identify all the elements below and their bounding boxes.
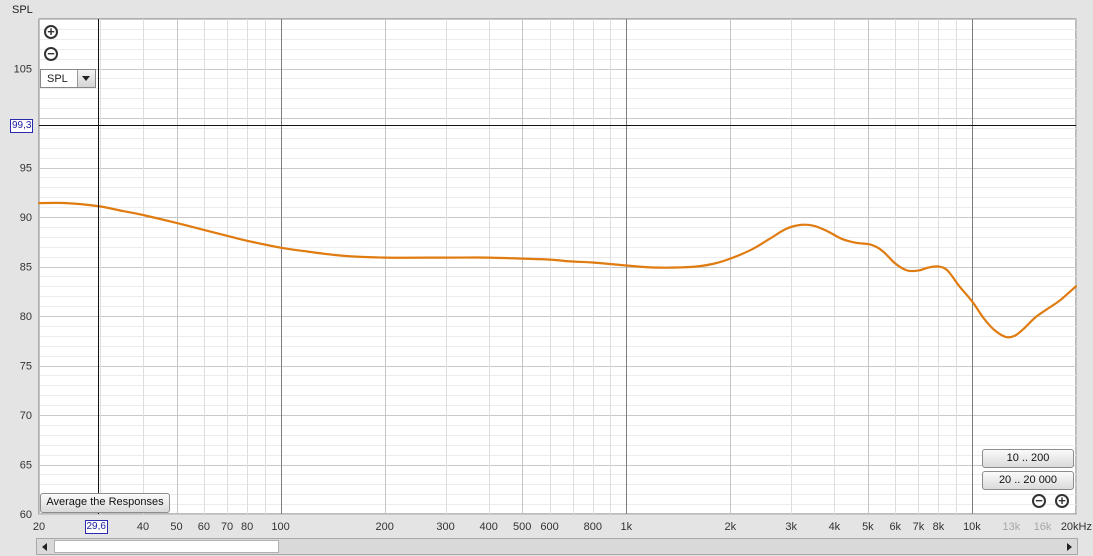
x-tick-label: 60 bbox=[198, 521, 210, 533]
plot-area bbox=[38, 18, 1077, 515]
y-tick-label: 65 bbox=[20, 460, 32, 472]
y-tick-label: 95 bbox=[20, 163, 32, 175]
x-tick-label: 70 bbox=[221, 521, 233, 533]
cursor-x-readout: 29,6 bbox=[84, 520, 108, 534]
x-tick-label: 3k bbox=[785, 521, 797, 533]
range-button-10-200[interactable]: 10 .. 200 bbox=[982, 449, 1074, 468]
scrollbar-thumb[interactable] bbox=[54, 540, 279, 553]
y-axis-label: SPL bbox=[12, 4, 33, 16]
y-tick-label: 60 bbox=[20, 509, 32, 521]
x-tick-label: 500 bbox=[513, 521, 531, 533]
zoom-out-icon[interactable]: − bbox=[44, 47, 58, 61]
horizontal-zoom-in-icon[interactable]: + bbox=[1055, 494, 1069, 508]
x-tick-label: 7k bbox=[913, 521, 925, 533]
x-tick-label: 400 bbox=[480, 521, 498, 533]
average-responses-button[interactable]: Average the Responses bbox=[40, 493, 170, 513]
x-tick-label: 13k bbox=[1002, 521, 1020, 533]
y-tick-label: 70 bbox=[20, 410, 32, 422]
x-tick-label: 200 bbox=[375, 521, 393, 533]
chevron-down-icon[interactable] bbox=[77, 70, 95, 87]
x-tick-label: 4k bbox=[829, 521, 841, 533]
x-tick-label: 800 bbox=[584, 521, 602, 533]
horizontal-scrollbar[interactable] bbox=[36, 538, 1078, 555]
y-tick-label: 105 bbox=[14, 64, 32, 76]
x-tick-label: 20 bbox=[33, 521, 45, 533]
cursor-y-readout: 99,3 bbox=[10, 118, 34, 133]
measurement-select[interactable]: SPL bbox=[40, 69, 96, 88]
measurement-select-value: SPL bbox=[47, 73, 68, 85]
range-button-20-20000[interactable]: 20 .. 20 000 bbox=[982, 471, 1074, 490]
x-tick-label: 100 bbox=[271, 521, 289, 533]
arrow-right-icon[interactable] bbox=[1062, 539, 1077, 554]
y-tick-label: 80 bbox=[20, 311, 32, 323]
arrow-left-icon[interactable] bbox=[37, 539, 52, 554]
x-tick-label: 1k bbox=[620, 521, 632, 533]
zoom-in-icon[interactable]: + bbox=[44, 25, 58, 39]
frequency-response-chart[interactable]: 60 65 70 75 80 85 90 95 105 20 40 50 60 70 80 100 200 300… bbox=[0, 0, 1093, 556]
grid bbox=[38, 18, 1077, 515]
x-tick-label: 80 bbox=[241, 521, 253, 533]
x-tick-label: 300 bbox=[436, 521, 454, 533]
x-tick-label: 40 bbox=[137, 521, 149, 533]
y-tick-label: 90 bbox=[20, 212, 32, 224]
x-tick-label: 20kHz bbox=[1061, 521, 1092, 533]
x-tick-label: 5k bbox=[862, 521, 874, 533]
horizontal-zoom-out-icon[interactable]: − bbox=[1032, 494, 1046, 508]
x-tick-label: 600 bbox=[540, 521, 558, 533]
x-tick-label: 10k bbox=[963, 521, 981, 533]
x-tick-label: 50 bbox=[170, 521, 182, 533]
x-tick-label: 2k bbox=[725, 521, 737, 533]
x-tick-label: 8k bbox=[933, 521, 945, 533]
x-tick-label: 16k bbox=[1034, 521, 1052, 533]
y-tick-label: 75 bbox=[20, 361, 32, 373]
x-tick-label: 6k bbox=[889, 521, 901, 533]
y-tick-label: 85 bbox=[20, 262, 32, 274]
